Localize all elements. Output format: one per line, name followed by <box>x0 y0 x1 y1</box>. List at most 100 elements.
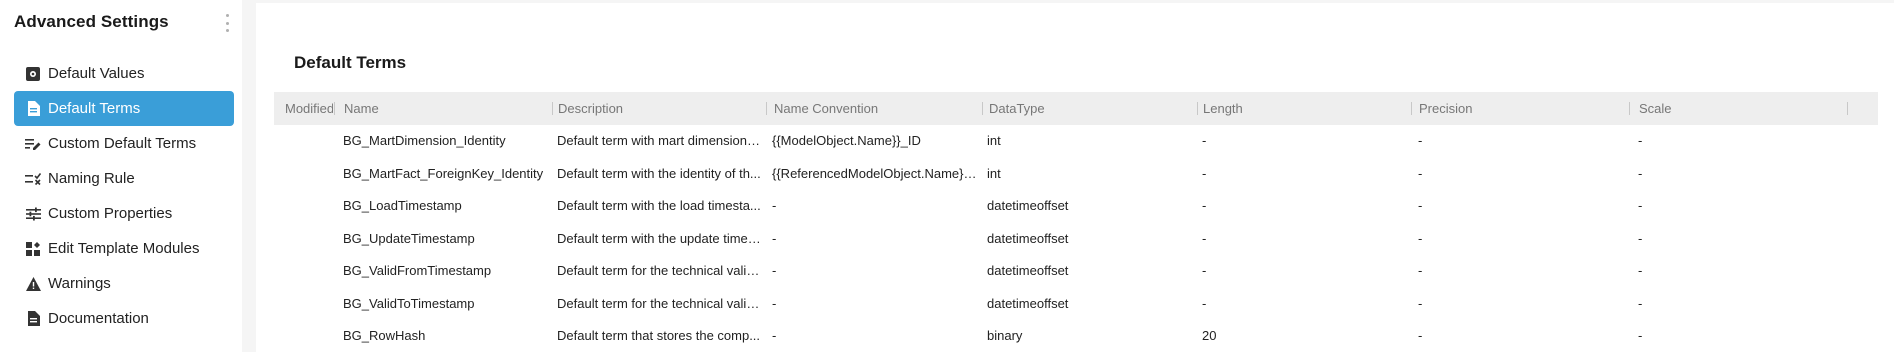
table-row[interactable]: BG_LoadTimestamp Default term with the l… <box>274 190 1878 223</box>
cell-description: Default term with the update times... <box>557 230 762 246</box>
sidebar-item-naming-rule[interactable]: Naming Rule <box>14 161 234 196</box>
sidebar-item-label: Custom Properties <box>48 205 173 222</box>
cell-description: Default term with the identity of th... <box>557 165 761 181</box>
cell-length: - <box>1202 263 1207 278</box>
cell-datatype: binary <box>987 328 1023 343</box>
cell-name: BG_ValidToTimestamp <box>343 295 475 311</box>
sidebar-item-label: Warnings <box>48 275 111 292</box>
cell-modified <box>285 125 333 158</box>
table-body: BG_MartDimension_Identity Default term w… <box>274 125 1878 352</box>
table-row[interactable]: BG_ValidFromTimestamp Default term for t… <box>274 255 1878 288</box>
table-row[interactable]: BG_ValidToTimestamp Default term for the… <box>274 288 1878 321</box>
cell-precision: - <box>1418 295 1423 311</box>
cell-name: BG_UpdateTimestamp <box>343 230 475 246</box>
cell-name-convention: {{ReferencedModelObject.Name}}_... <box>772 165 978 181</box>
sidebar-nav: Default Values Default Terms Custom Defa… <box>14 56 234 336</box>
cell-datatype: int <box>987 133 1001 148</box>
sidebar-item-warnings[interactable]: Warnings <box>14 266 234 301</box>
cell-precision: - <box>1418 263 1423 278</box>
sidebar-item-custom-default-terms[interactable]: Custom Default Terms <box>14 126 234 161</box>
table-header: Modified Name Description Name Conventio… <box>274 92 1878 125</box>
cell-scale: - <box>1638 263 1643 278</box>
column-resize-handle[interactable] <box>766 102 767 115</box>
column-header-description[interactable]: Description <box>558 92 728 125</box>
cell-scale: - <box>1638 295 1643 311</box>
column-header-modified[interactable]: Modified <box>285 92 333 125</box>
cell-name: BG_LoadTimestamp <box>343 198 462 213</box>
cell-length: - <box>1202 230 1207 246</box>
column-resize-handle[interactable] <box>334 102 335 115</box>
cell-precision: - <box>1418 165 1423 181</box>
list-check-icon <box>25 171 41 187</box>
cell-modified <box>285 255 333 288</box>
cell-name-convention: - <box>772 328 777 343</box>
sidebar: Advanced Settings Default Values Default… <box>0 0 242 352</box>
cell-scale: - <box>1638 133 1643 148</box>
column-resize-handle[interactable] <box>1629 102 1630 115</box>
column-resize-handle[interactable] <box>1197 102 1198 115</box>
document-icon <box>25 101 41 117</box>
cell-datatype: datetimeoffset <box>987 263 1069 278</box>
cell-modified <box>285 190 333 223</box>
table-row[interactable]: BG_MartFact_ForeignKey_Identity Default … <box>274 158 1878 191</box>
default-terms-table: Modified Name Description Name Conventio… <box>274 92 1878 352</box>
cell-name: BG_ValidFromTimestamp <box>343 263 492 278</box>
cell-precision: - <box>1418 133 1423 148</box>
sliders-icon <box>25 206 41 222</box>
column-header-length[interactable]: Length <box>1203 92 1373 125</box>
sidebar-header: Advanced Settings <box>14 10 236 36</box>
sidebar-item-edit-template-modules[interactable]: Edit Template Modules <box>14 231 234 266</box>
sidebar-item-label: Documentation <box>48 310 149 327</box>
cell-modified <box>285 223 333 256</box>
main-panel: Default Terms Modified Name Description … <box>256 3 1894 352</box>
column-header-precision[interactable]: Precision <box>1419 92 1589 125</box>
cell-precision: - <box>1418 198 1423 213</box>
cell-scale: - <box>1638 198 1643 213</box>
sidebar-item-label: Default Values <box>48 65 145 82</box>
sidebar-item-documentation[interactable]: Documentation <box>14 301 234 336</box>
cell-name-convention: - <box>772 295 777 311</box>
sidebar-item-default-terms[interactable]: Default Terms <box>14 91 234 126</box>
cell-datatype: int <box>987 165 1001 181</box>
cell-length: - <box>1202 198 1207 213</box>
cell-length: - <box>1202 295 1207 311</box>
column-header-scale[interactable]: Scale <box>1639 92 1809 125</box>
column-resize-handle[interactable] <box>552 102 553 115</box>
column-header-name[interactable]: Name <box>344 92 514 125</box>
column-resize-handle[interactable] <box>982 102 983 115</box>
more-options-icon[interactable] <box>220 14 234 32</box>
settings-box-icon <box>25 66 41 82</box>
sidebar-item-label: Default Terms <box>48 100 141 117</box>
cell-name: BG_RowHash <box>343 328 426 343</box>
cell-name-convention: - <box>772 230 777 246</box>
cell-name-convention: {{ModelObject.Name}}_ID <box>772 133 921 148</box>
cell-name: BG_MartFact_ForeignKey_Identity <box>343 165 544 181</box>
sidebar-item-default-values[interactable]: Default Values <box>14 56 234 91</box>
table-row[interactable]: BG_MartDimension_Identity Default term w… <box>274 125 1878 158</box>
cell-name-convention: - <box>772 198 777 213</box>
sidebar-item-custom-properties[interactable]: Custom Properties <box>14 196 234 231</box>
cell-modified <box>285 320 333 352</box>
document-icon <box>25 311 41 327</box>
column-resize-handle[interactable] <box>1411 102 1412 115</box>
column-header-name-convention[interactable]: Name Convention <box>774 92 944 125</box>
cell-length: - <box>1202 133 1207 148</box>
sidebar-item-label: Custom Default Terms <box>48 135 197 152</box>
cell-modified <box>285 288 333 321</box>
cell-length: 20 <box>1202 328 1217 343</box>
sidebar-title: Advanced Settings <box>14 12 169 31</box>
column-header-datatype[interactable]: DataType <box>989 92 1159 125</box>
edit-list-icon <box>25 136 41 152</box>
cell-datatype: datetimeoffset <box>987 198 1069 213</box>
column-resize-handle[interactable] <box>1847 102 1848 115</box>
cell-modified <box>285 158 333 191</box>
sidebar-item-label: Naming Rule <box>48 170 135 187</box>
cell-description: Default term for the technical valid... <box>557 295 762 311</box>
cell-name: BG_MartDimension_Identity <box>343 133 506 148</box>
cell-scale: - <box>1638 230 1643 246</box>
cell-scale: - <box>1638 328 1643 343</box>
cell-description: Default term with the load timesta... <box>557 198 761 213</box>
table-row[interactable]: BG_UpdateTimestamp Default term with the… <box>274 223 1878 256</box>
cell-name-convention: - <box>772 263 777 278</box>
table-row[interactable]: BG_RowHash Default term that stores the … <box>274 320 1878 352</box>
